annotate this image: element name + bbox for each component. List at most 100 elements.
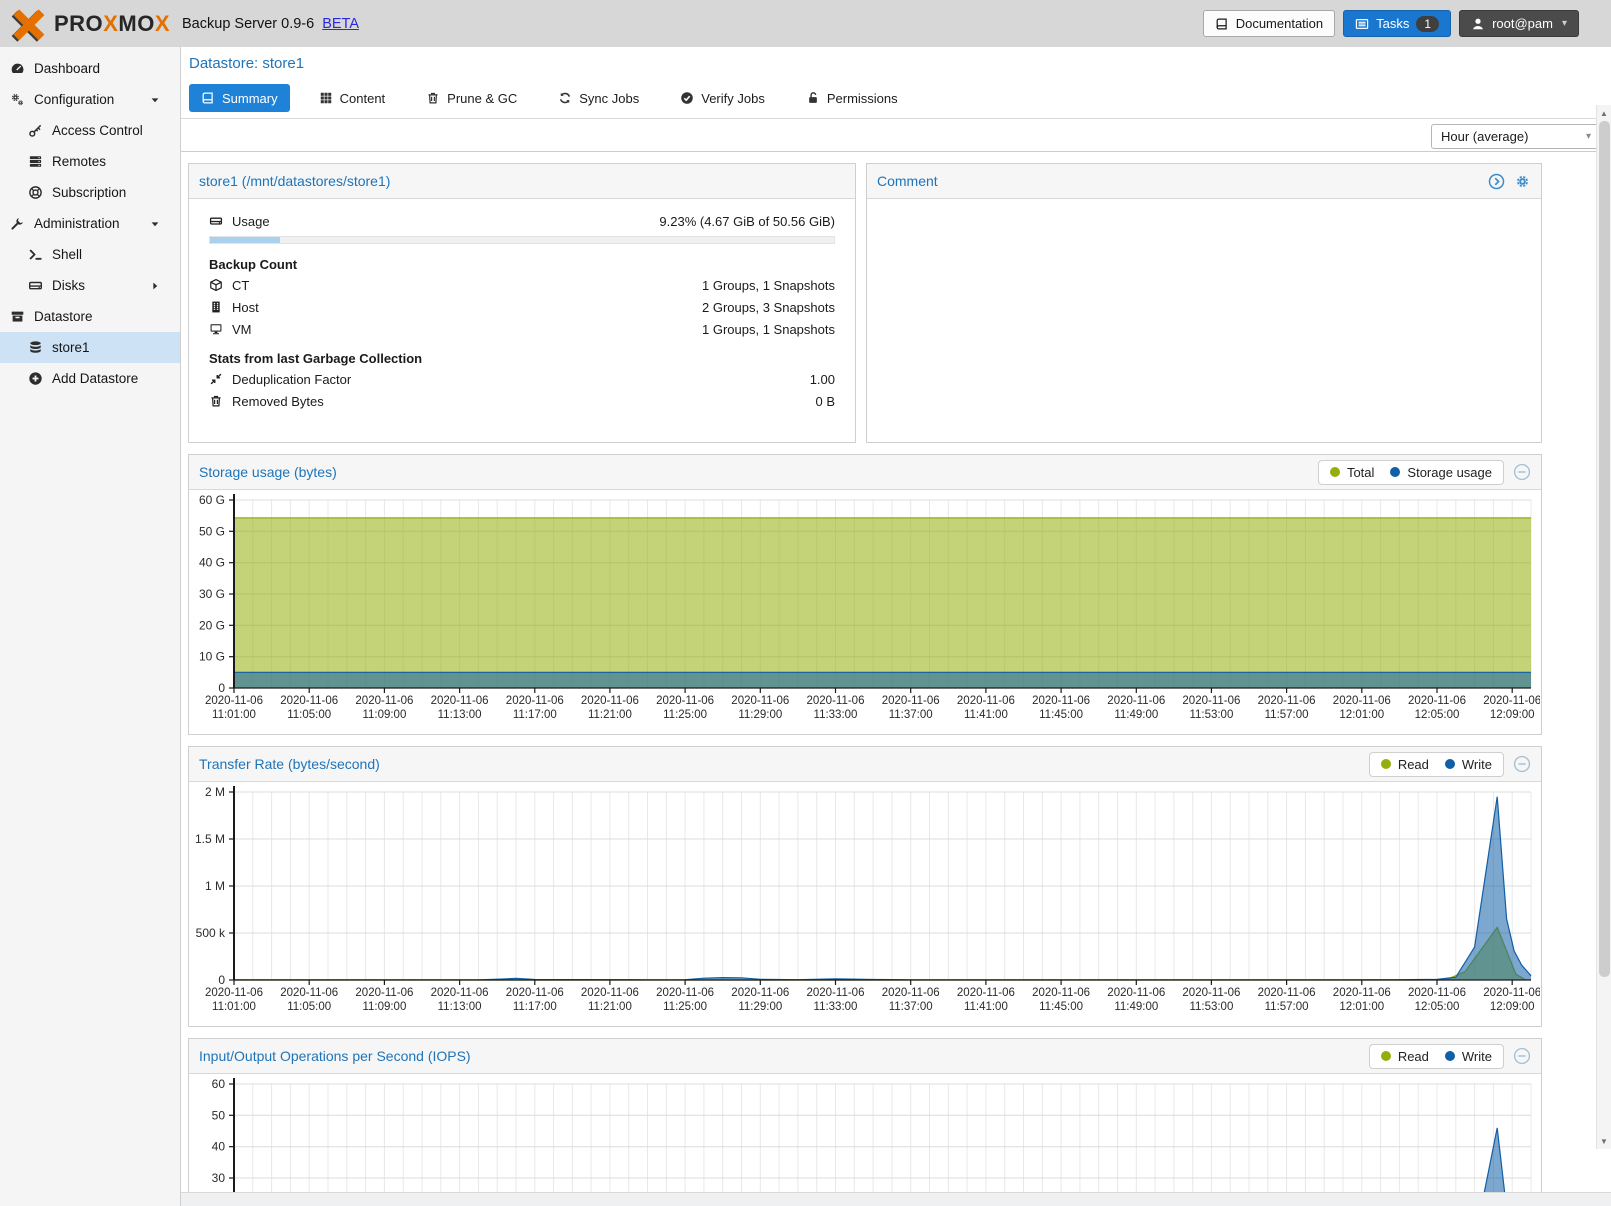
stat-label: Host bbox=[232, 300, 259, 315]
legend-item-write[interactable]: Write bbox=[1445, 1049, 1492, 1064]
tab-verify-jobs[interactable]: Verify Jobs bbox=[668, 84, 777, 112]
user-menu-button[interactable]: root@pam ▾ bbox=[1459, 10, 1579, 37]
svg-text:40 G: 40 G bbox=[199, 556, 225, 570]
sidebar-item-label: store1 bbox=[52, 340, 90, 355]
storage-usage-chart: 60 G50 G40 G30 G20 G10 G02020-11-0611:01… bbox=[189, 490, 1540, 735]
legend-item-read[interactable]: Read bbox=[1381, 757, 1429, 772]
collapse-panel-icon[interactable] bbox=[1513, 755, 1531, 773]
chart-legend: Total Storage usage bbox=[1318, 460, 1504, 485]
svg-text:2020-11-06: 2020-11-06 bbox=[1483, 695, 1540, 707]
documentation-button[interactable]: Documentation bbox=[1203, 10, 1335, 37]
legend-item-read[interactable]: Read bbox=[1381, 1049, 1429, 1064]
svg-text:12:05:00: 12:05:00 bbox=[1415, 709, 1460, 721]
tasks-button[interactable]: Tasks 1 bbox=[1343, 10, 1451, 37]
timeframe-select[interactable]: Hour (average) ▾ bbox=[1431, 124, 1601, 149]
svg-text:2020-11-06: 2020-11-06 bbox=[1182, 987, 1240, 999]
svg-text:2020-11-06: 2020-11-06 bbox=[731, 695, 789, 707]
sidebar-item-label: Disks bbox=[52, 278, 85, 293]
product-name: Backup Server 0.9-6 bbox=[182, 16, 314, 32]
sidebar-item-dashboard[interactable]: Dashboard bbox=[0, 53, 180, 84]
sidebar-item-disks[interactable]: Disks bbox=[0, 270, 180, 301]
legend-dot bbox=[1381, 759, 1391, 769]
legend-dot bbox=[1381, 1051, 1391, 1061]
stat-row-deduplication-factor: Deduplication Factor 1.00 bbox=[189, 370, 855, 388]
svg-text:2020-11-06: 2020-11-06 bbox=[957, 987, 1015, 999]
sidebar: Dashboard Configuration Access ControlRemo… bbox=[0, 47, 181, 1206]
tab-label: Sync Jobs bbox=[579, 91, 639, 106]
scrollbar-down-arrow[interactable]: ▼ bbox=[1597, 1133, 1611, 1149]
sidebar-item-access-control[interactable]: Access Control bbox=[0, 115, 180, 146]
legend-label: Write bbox=[1462, 1049, 1492, 1064]
svg-text:11:01:00: 11:01:00 bbox=[212, 709, 256, 721]
scrollbar-up-arrow[interactable]: ▲ bbox=[1597, 105, 1611, 121]
svg-text:12:09:00: 12:09:00 bbox=[1490, 1001, 1535, 1013]
svg-text:11:09:00: 11:09:00 bbox=[362, 1001, 406, 1013]
svg-text:2020-11-06: 2020-11-06 bbox=[1333, 987, 1391, 999]
svg-text:11:57:00: 11:57:00 bbox=[1265, 1001, 1309, 1013]
svg-text:2020-11-06: 2020-11-06 bbox=[882, 987, 940, 999]
sidebar-item-add-datastore[interactable]: Add Datastore bbox=[0, 363, 180, 394]
storage-usage-panel: Storage usage (bytes)TotalStorage usage6… bbox=[188, 454, 1542, 735]
chart-panel-header: Storage usage (bytes)TotalStorage usage bbox=[189, 455, 1541, 490]
svg-text:11:33:00: 11:33:00 bbox=[814, 709, 858, 721]
caret-down-icon[interactable] bbox=[149, 218, 161, 230]
stat-value: 1 Groups, 1 Snapshots bbox=[702, 322, 835, 337]
gear-icon[interactable] bbox=[1514, 173, 1531, 190]
svg-text:2020-11-06: 2020-11-06 bbox=[1408, 987, 1466, 999]
stat-row-vm: VM1 Groups, 1 Snapshots bbox=[189, 320, 855, 338]
legend-item-storage-usage[interactable]: Storage usage bbox=[1390, 465, 1492, 480]
user-icon bbox=[1471, 17, 1485, 31]
caret-down-icon[interactable] bbox=[149, 94, 161, 106]
chevron-circle-right-icon[interactable] bbox=[1488, 173, 1505, 190]
wrench-icon bbox=[10, 216, 25, 231]
sidebar-item-subscription[interactable]: Subscription bbox=[0, 177, 180, 208]
svg-text:2020-11-06: 2020-11-06 bbox=[1333, 695, 1391, 707]
svg-text:11:53:00: 11:53:00 bbox=[1189, 709, 1233, 721]
server-list-icon bbox=[28, 154, 43, 169]
svg-text:1.5 M: 1.5 M bbox=[195, 832, 225, 846]
usage-label: Usage bbox=[232, 214, 270, 229]
task-list-icon bbox=[1355, 17, 1369, 31]
caret-right-icon[interactable] bbox=[149, 280, 161, 292]
sidebar-item-shell[interactable]: Shell bbox=[0, 239, 180, 270]
store1-summary-panel: store1 (/mnt/datastores/store1) Usage 9.… bbox=[188, 163, 856, 443]
usage-value: 9.23% (4.67 GiB of 50.56 GiB) bbox=[659, 214, 835, 229]
iops-panel: Input/Output Operations per Second (IOPS… bbox=[188, 1038, 1542, 1206]
legend-label: Write bbox=[1462, 757, 1492, 772]
scrollbar-thumb[interactable] bbox=[1599, 121, 1610, 977]
legend-item-total[interactable]: Total bbox=[1330, 465, 1374, 480]
vertical-scrollbar[interactable]: ▲ ▼ bbox=[1596, 105, 1611, 1149]
compress-icon bbox=[209, 372, 223, 386]
tab-permissions[interactable]: Permissions bbox=[794, 84, 910, 112]
brand-segment: PRO bbox=[54, 11, 103, 36]
tasks-label: Tasks bbox=[1376, 16, 1409, 31]
tab-prune-gc[interactable]: Prune & GC bbox=[414, 84, 529, 112]
svg-text:11:01:00: 11:01:00 bbox=[212, 1001, 256, 1013]
collapse-panel-icon[interactable] bbox=[1513, 1047, 1531, 1065]
chart-title: Transfer Rate (bytes/second) bbox=[199, 756, 380, 772]
sidebar-item-configuration[interactable]: Configuration bbox=[0, 84, 180, 115]
page-title: Datastore: store1 bbox=[189, 55, 1611, 72]
sidebar-item-administration[interactable]: Administration bbox=[0, 208, 180, 239]
toolbar: Hour (average) ▾ bbox=[181, 118, 1611, 152]
usage-progressbar bbox=[209, 236, 835, 244]
sidebar-item-label: Datastore bbox=[34, 309, 93, 324]
svg-text:12:05:00: 12:05:00 bbox=[1415, 1001, 1460, 1013]
svg-text:2020-11-06: 2020-11-06 bbox=[355, 695, 413, 707]
sidebar-item-store1[interactable]: store1 bbox=[0, 332, 180, 363]
tab-sync-jobs[interactable]: Sync Jobs bbox=[546, 84, 651, 112]
stat-row-ct: CT1 Groups, 1 Snapshots bbox=[189, 276, 855, 294]
sidebar-item-label: Configuration bbox=[34, 92, 114, 107]
tab-content[interactable]: Content bbox=[307, 84, 398, 112]
sidebar-item-datastore[interactable]: Datastore bbox=[0, 301, 180, 332]
collapse-panel-icon[interactable] bbox=[1513, 463, 1531, 481]
legend-item-write[interactable]: Write bbox=[1445, 757, 1492, 772]
beta-link[interactable]: BETA bbox=[322, 16, 359, 32]
stat-value: 1.00 bbox=[810, 372, 835, 387]
sidebar-item-remotes[interactable]: Remotes bbox=[0, 146, 180, 177]
stat-label: Deduplication Factor bbox=[232, 372, 351, 387]
chart-panel-header: Transfer Rate (bytes/second) Read Write bbox=[189, 747, 1541, 782]
svg-text:11:29:00: 11:29:00 bbox=[738, 709, 782, 721]
stat-label: CT bbox=[232, 278, 249, 293]
tab-summary[interactable]: Summary bbox=[189, 84, 290, 112]
